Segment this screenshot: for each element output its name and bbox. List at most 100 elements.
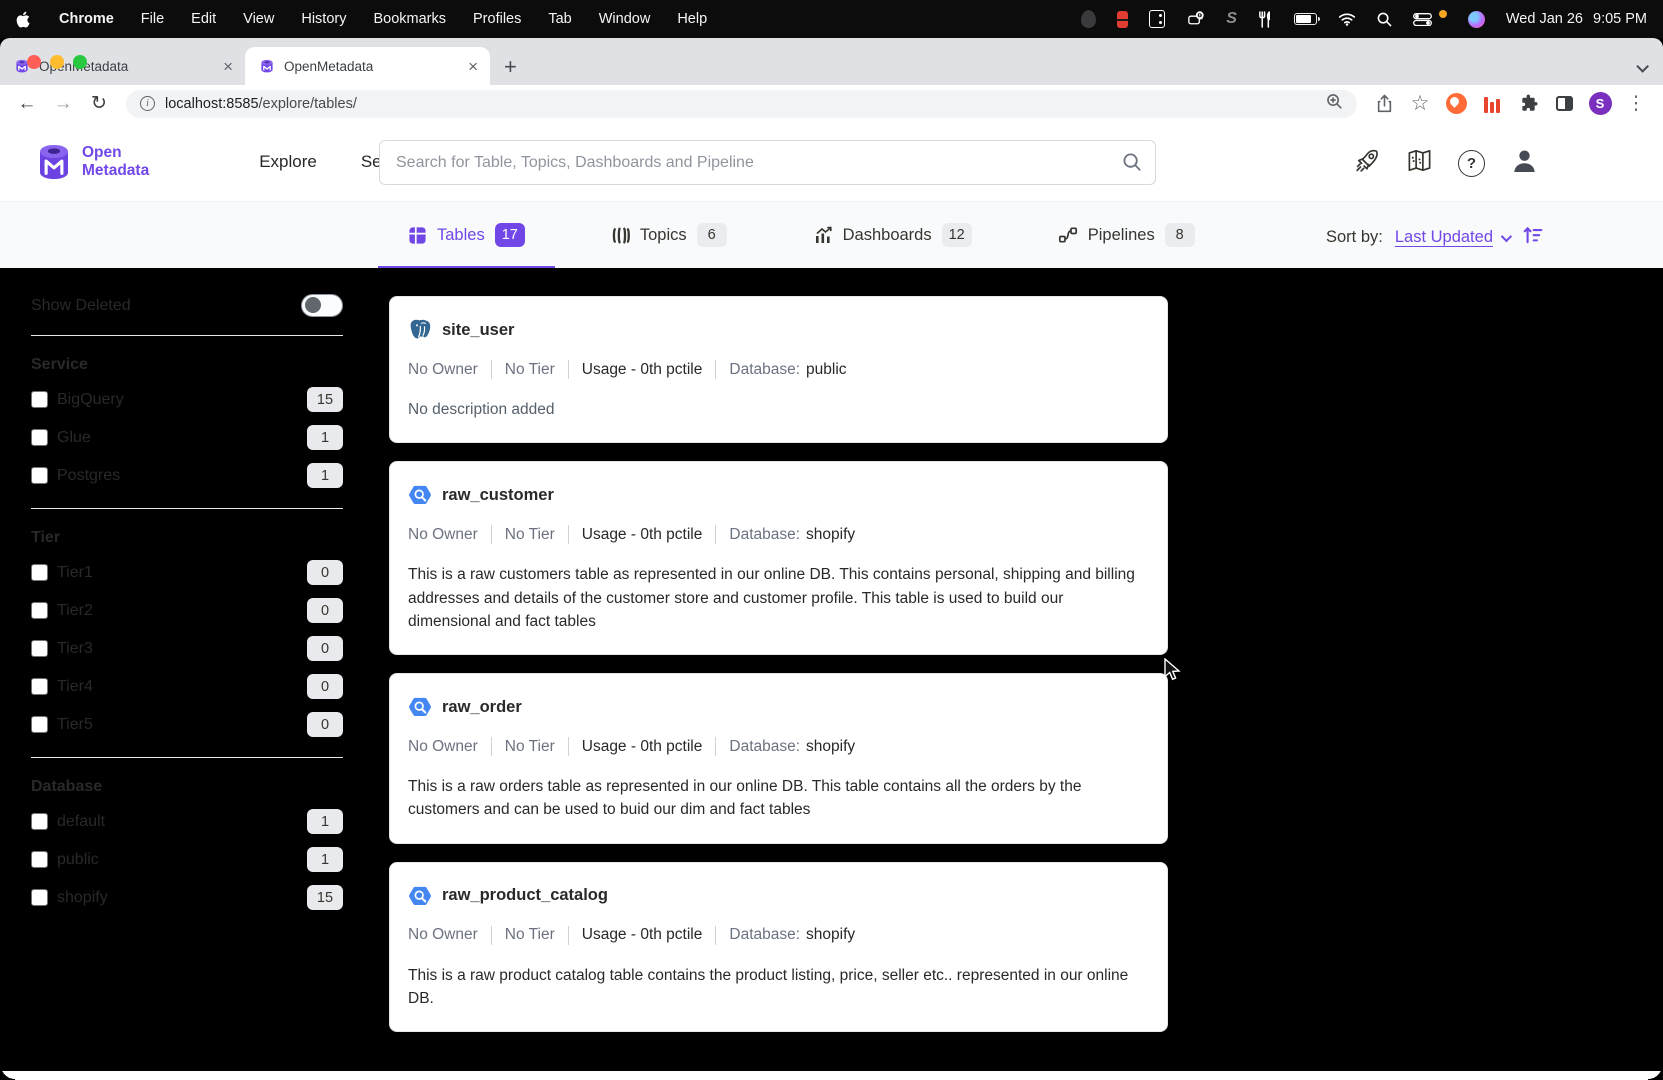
filter-row-tier1[interactable]: Tier1 0 [31,560,343,585]
tab-dashboards[interactable]: Dashboards 12 [783,202,1002,268]
utensils-icon[interactable] [1258,9,1273,29]
table-name-link[interactable]: raw_product_catalog [442,886,608,905]
menubar-item-chrome[interactable]: Chrome [59,11,114,27]
database-value[interactable]: public [806,361,847,379]
menubar-item-help[interactable]: Help [677,11,707,27]
fullscreen-window-button[interactable] [73,55,87,69]
usage-value: Usage - 0th pctile [582,526,703,544]
tier1-checkbox[interactable] [31,564,48,581]
database-value[interactable]: shopify [806,738,855,756]
site-info-icon[interactable]: i [140,96,155,111]
extension-icon-2[interactable] [1477,95,1507,113]
sort-field-dropdown[interactable]: Last Updated [1395,228,1509,247]
filter-row-tier2[interactable]: Tier2 0 [31,598,343,623]
menubar-item-history[interactable]: History [301,11,346,27]
filter-row-shopify[interactable]: shopify 15 [31,885,343,910]
tier2-checkbox[interactable] [31,602,48,619]
zoom-page-icon[interactable] [1326,93,1343,114]
new-tab-button[interactable]: + [504,56,517,78]
chrome-menu-kebab-icon[interactable]: ⋮ [1621,92,1651,115]
table-card-site-user[interactable]: site_user No Owner No Tier Usage - 0th p… [389,296,1168,443]
tab-topics[interactable]: Topics 6 [581,202,757,268]
browser-tab-2-active[interactable]: OpenMetadata × [245,47,490,85]
openmetadata-logo[interactable]: Open Metadata [33,141,149,183]
filter-row-tier5[interactable]: Tier5 0 [31,712,343,737]
default-checkbox[interactable] [31,813,48,830]
extension-icon-1[interactable] [1441,93,1471,114]
filter-row-tier4[interactable]: Tier4 0 [31,674,343,699]
owner-value: No Owner [408,738,478,756]
tab-pipelines[interactable]: Pipelines 8 [1028,202,1225,268]
battery-icon[interactable] [1294,9,1317,29]
table-name-link[interactable]: raw_customer [442,486,554,505]
spotlight-icon[interactable] [1377,9,1392,29]
table-meta: No Owner No Tier Usage - 0th pctile Data… [408,926,1149,945]
tour-map-icon[interactable] [1406,147,1433,179]
status-ball-icon[interactable] [1081,9,1096,29]
recording-indicator-icon[interactable] [1117,9,1128,29]
address-bar[interactable]: i localhost:8585/explore/tables/ [126,90,1357,118]
wifi-icon[interactable] [1338,9,1356,29]
mouse-cursor [1163,658,1185,682]
filter-row-glue[interactable]: Glue 1 [31,425,343,450]
bigquery-checkbox[interactable] [31,391,48,408]
extensions-puzzle-icon[interactable] [1513,94,1543,113]
filter-row-public[interactable]: public 1 [31,847,343,872]
filter-row-default[interactable]: default 1 [31,809,343,834]
usage-value: Usage - 0th pctile [582,926,703,944]
table-card-raw-order[interactable]: raw_order No Owner No Tier Usage - 0th p… [389,673,1168,844]
filter-row-tier3[interactable]: Tier3 0 [31,636,343,661]
shopify-checkbox[interactable] [31,889,48,906]
tier3-checkbox[interactable] [31,640,48,657]
table-card-raw-product-catalog[interactable]: raw_product_catalog No Owner No Tier Usa… [389,862,1168,1033]
menubar-item-bookmarks[interactable]: Bookmarks [373,11,446,27]
siri-icon[interactable] [1468,9,1485,29]
filter-row-postgres[interactable]: Postgres 1 [31,463,343,488]
table-name-link[interactable]: site_user [442,321,514,340]
postgres-checkbox[interactable] [31,467,48,484]
control-center-icon[interactable] [1413,9,1432,29]
close-tab-icon[interactable]: × [468,58,478,75]
glue-checkbox[interactable] [31,429,48,446]
s-logo-icon[interactable]: S [1226,9,1237,29]
menubar-item-file[interactable]: File [141,11,164,27]
menubar-clock[interactable]: Wed Jan 26 9:05 PM [1506,11,1647,27]
nav-explore[interactable]: Explore [259,152,317,172]
search-icon[interactable] [1122,152,1142,177]
menubar-item-tab[interactable]: Tab [548,11,571,27]
apple-menu-icon[interactable] [16,11,30,28]
screen-corner [1648,1065,1663,1080]
close-window-button[interactable] [27,55,41,69]
whats-new-rocket-icon[interactable] [1354,147,1381,179]
help-icon[interactable]: ? [1458,150,1485,177]
tab-search-chevron-icon[interactable] [1636,60,1649,73]
table-card-raw-customer[interactable]: raw_customer No Owner No Tier Usage - 0t… [389,461,1168,655]
menubar-item-profiles[interactable]: Profiles [473,11,521,27]
tier5-checkbox[interactable] [31,716,48,733]
side-panel-icon[interactable] [1549,96,1579,111]
display-icon[interactable] [1149,9,1165,29]
menubar-item-window[interactable]: Window [599,11,651,27]
tier4-checkbox[interactable] [31,678,48,695]
minimize-window-button[interactable] [50,55,64,69]
close-tab-icon[interactable]: × [223,58,233,75]
bookmark-star-icon[interactable]: ☆ [1405,91,1435,116]
database-value[interactable]: shopify [806,926,855,944]
public-checkbox[interactable] [31,851,48,868]
global-search-input[interactable] [379,140,1156,185]
sort-order-button[interactable] [1521,224,1543,251]
profile-avatar-chrome[interactable]: S [1585,92,1615,115]
table-name-link[interactable]: raw_order [442,698,522,717]
database-value[interactable]: shopify [806,526,855,544]
reload-button[interactable]: ↻ [84,92,114,115]
show-deleted-toggle[interactable] [301,294,343,317]
share-icon[interactable] [1369,94,1399,113]
user-avatar[interactable] [1510,146,1539,180]
menubar-item-view[interactable]: View [243,11,274,27]
menubar-item-edit[interactable]: Edit [191,11,216,27]
tab-tables[interactable]: Tables 17 [378,202,555,268]
forward-button[interactable]: → [48,93,78,115]
back-button[interactable]: ← [12,93,42,115]
filter-row-bigquery[interactable]: BigQuery 15 [31,387,343,412]
docker-icon[interactable] [1186,9,1205,29]
